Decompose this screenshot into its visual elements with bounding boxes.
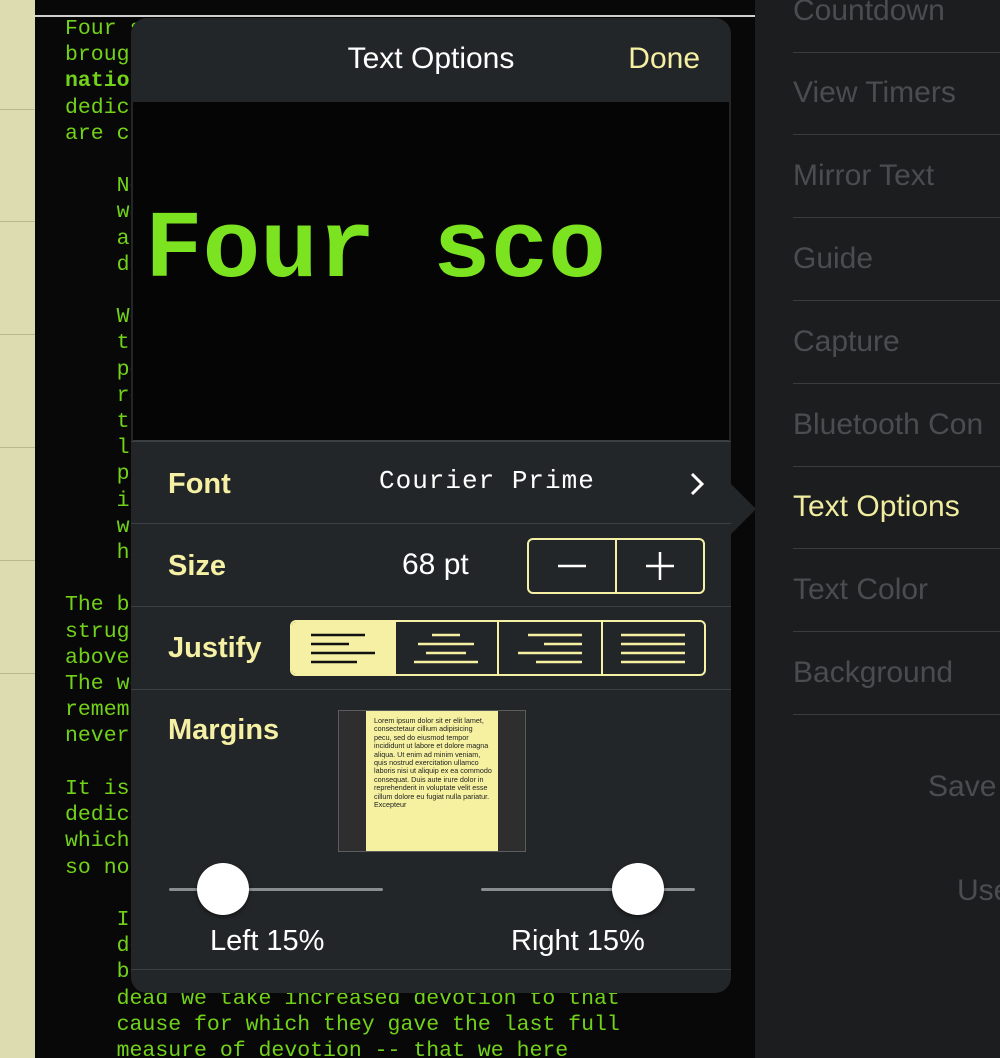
- preview-text: Four sco: [145, 196, 606, 305]
- font-row[interactable]: Font Courier Prime: [131, 441, 731, 524]
- justify-segmented-control: [290, 620, 706, 676]
- use-button[interactable]: Use: [957, 874, 1000, 908]
- menu-item-mirror-text[interactable]: Mirror Text: [793, 135, 1000, 218]
- align-left-icon: [310, 633, 375, 664]
- menu-item-guide[interactable]: Guide: [793, 218, 1000, 301]
- script-line: measure of devotion -- that we here: [65, 1038, 569, 1058]
- font-label: Font: [168, 468, 231, 500]
- align-center-icon: [414, 633, 479, 664]
- right-margin-label: Right 15%: [511, 925, 645, 957]
- align-right-button[interactable]: [497, 622, 601, 674]
- align-left-button[interactable]: [292, 622, 394, 674]
- menu-item-text-color[interactable]: Text Color: [793, 549, 1000, 632]
- save-button[interactable]: Save: [928, 770, 996, 804]
- decrease-size-button[interactable]: [529, 540, 615, 592]
- divider: [0, 447, 35, 448]
- size-stepper: [527, 538, 705, 594]
- margins-row: Margins Lorem ipsum dolor sit er elit la…: [131, 689, 731, 970]
- menu-item-background[interactable]: Background: [793, 632, 1000, 715]
- font-value: Courier Prime: [379, 466, 595, 496]
- menu-item-view-timers[interactable]: View Timers: [793, 52, 1000, 135]
- size-value: 68 pt: [402, 548, 469, 581]
- margin-sample-page: Lorem ipsum dolor sit er elit lamet, con…: [366, 711, 498, 851]
- left-edge-panel: [0, 0, 35, 1058]
- chevron-right-icon: [690, 472, 705, 496]
- side-menu: Countdown View Timers Mirror Text Guide …: [755, 0, 1000, 1058]
- divider: [0, 560, 35, 561]
- justify-row: Justify: [131, 606, 731, 689]
- align-center-button[interactable]: [393, 622, 498, 674]
- menu-item-capture[interactable]: Capture: [793, 301, 1000, 384]
- font-preview: Four sco: [133, 102, 729, 441]
- menu-item-bluetooth[interactable]: Bluetooth Con: [793, 384, 1000, 467]
- margin-preview: Lorem ipsum dolor sit er elit lamet, con…: [338, 710, 526, 852]
- divider: [0, 673, 35, 674]
- script-line: cause for which they gave the last full: [116, 1012, 620, 1037]
- popover-bottom-divider: [131, 969, 731, 993]
- divider: [0, 109, 35, 110]
- popover-arrow: [729, 482, 756, 536]
- right-margin-slider-knob[interactable]: [612, 863, 664, 915]
- divider: [0, 334, 35, 335]
- menu-item-countdown[interactable]: Countdown: [793, 0, 1000, 53]
- divider: [0, 221, 35, 222]
- margins-label: Margins: [168, 714, 280, 746]
- align-justify-button[interactable]: [600, 622, 705, 674]
- done-button[interactable]: Done: [628, 42, 700, 76]
- left-margin-label: Left 15%: [210, 925, 325, 957]
- text-options-popover: Text Options Done Four sco Font Courier …: [131, 18, 731, 993]
- size-row: Size 68 pt: [131, 523, 731, 606]
- left-margin-slider-knob[interactable]: [197, 863, 249, 915]
- minus-icon: [558, 564, 586, 568]
- increase-size-button[interactable]: [615, 540, 703, 592]
- size-label: Size: [168, 550, 227, 582]
- menu-item-text-options[interactable]: Text Options: [793, 466, 1000, 549]
- align-justify-icon: [621, 633, 686, 664]
- align-right-icon: [517, 633, 582, 664]
- justify-label: Justify: [168, 632, 262, 664]
- plus-icon: [646, 552, 674, 580]
